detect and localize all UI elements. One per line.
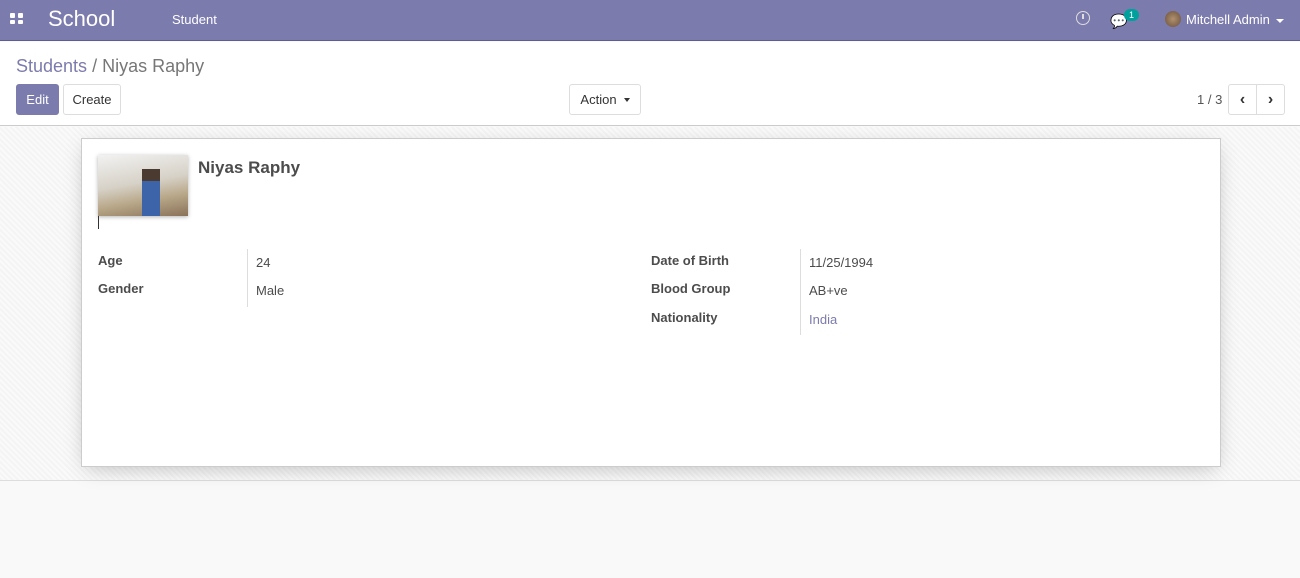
gender-label: Gender bbox=[98, 281, 144, 296]
breadcrumb-current: Niyas Raphy bbox=[102, 56, 205, 76]
user-name: Mitchell Admin bbox=[1186, 12, 1270, 27]
nationality-link[interactable]: India bbox=[809, 312, 837, 327]
top-navbar: School Student 💬 1 Mitchell Admin bbox=[0, 0, 1300, 41]
blood-group-label: Blood Group bbox=[651, 281, 731, 296]
student-name: Niyas Raphy bbox=[198, 158, 301, 177]
avatar[interactable] bbox=[1165, 11, 1181, 27]
breadcrumb: Students / Niyas Raphy bbox=[16, 56, 204, 77]
activity-clock-icon[interactable] bbox=[1076, 11, 1090, 25]
create-button[interactable]: Create bbox=[63, 84, 121, 115]
pager-next-button[interactable]: › bbox=[1256, 84, 1285, 115]
pager-previous-button[interactable]: ‹ bbox=[1228, 84, 1257, 115]
action-label: Action bbox=[580, 92, 617, 107]
breadcrumb-separator: / bbox=[87, 56, 103, 76]
breadcrumb-students[interactable]: Students bbox=[16, 56, 87, 76]
user-menu[interactable]: Mitchell Admin bbox=[1186, 12, 1284, 27]
age-value: 24 bbox=[256, 255, 271, 270]
apps-menu-icon[interactable] bbox=[10, 13, 23, 24]
edit-button[interactable]: Edit bbox=[16, 84, 59, 115]
form-sheet: Niyas Raphy Age 24 Gender Male Date of B… bbox=[81, 138, 1221, 467]
age-label: Age bbox=[98, 253, 123, 268]
menu-student[interactable]: Student bbox=[172, 12, 217, 27]
control-panel: Students / Niyas Raphy Edit Create Actio… bbox=[0, 42, 1300, 126]
blood-group-value: AB+ve bbox=[809, 283, 848, 298]
dob-label: Date of Birth bbox=[651, 253, 729, 268]
form-background: Niyas Raphy Age 24 Gender Male Date of B… bbox=[0, 127, 1300, 481]
text-cursor bbox=[98, 216, 99, 229]
caret-down-icon bbox=[1275, 18, 1284, 23]
divider bbox=[800, 249, 801, 335]
dob-value: 11/25/1994 bbox=[809, 255, 874, 270]
gender-value: Male bbox=[256, 283, 285, 298]
action-dropdown[interactable]: Action bbox=[569, 84, 641, 115]
app-name: School bbox=[48, 6, 116, 31]
divider bbox=[247, 249, 248, 307]
messages-badge: 1 bbox=[1124, 9, 1140, 21]
caret-down-icon bbox=[623, 97, 630, 102]
pager-value: 1 / 3 bbox=[1197, 92, 1223, 107]
student-photo[interactable] bbox=[98, 155, 188, 216]
nationality-label: Nationality bbox=[651, 310, 718, 325]
